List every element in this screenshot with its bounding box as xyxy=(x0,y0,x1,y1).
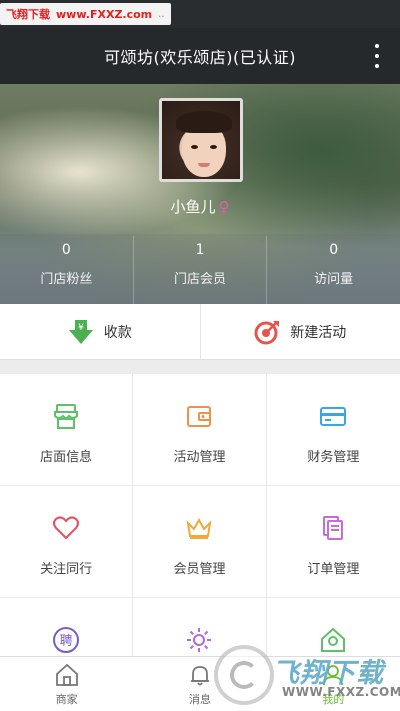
watermark-url: www.FXXZ.com xyxy=(56,7,153,21)
collect-payment-label: 收款 xyxy=(103,324,132,341)
watermark-site-label: 飞翔下载 xyxy=(6,8,50,21)
menu-label: 店面信息 xyxy=(40,450,93,465)
menu-label: 订单管理 xyxy=(307,562,360,577)
bell-icon xyxy=(190,666,209,686)
watermark-logo-icon xyxy=(214,645,274,705)
recruit-glyph: 聘 xyxy=(60,634,73,649)
username: 小鱼儿 ♀ xyxy=(0,196,400,217)
home-icon xyxy=(55,663,78,686)
menu-label: 活动管理 xyxy=(173,450,226,465)
stat-label: 门店会员 xyxy=(174,272,227,287)
menu-label: 财务管理 xyxy=(307,450,360,465)
stat-label: 门店粉丝 xyxy=(40,272,93,287)
stat-label: 访问量 xyxy=(314,272,354,287)
menu-recruit[interactable]: 聘 xyxy=(0,598,134,656)
menu-member-management[interactable]: 会员管理 xyxy=(133,486,267,598)
wallet-icon xyxy=(187,406,212,427)
menu-follow-peers[interactable]: 关注同行 xyxy=(0,486,134,598)
menu-activity-management[interactable]: 活动管理 xyxy=(133,374,267,486)
app-header: 可颂坊(欢乐颂店)(已认证) xyxy=(0,28,400,84)
username-text: 小鱼儿 xyxy=(170,198,216,216)
nav-label: 消息 xyxy=(188,693,211,706)
menu-finance-management[interactable]: 财务管理 xyxy=(266,374,400,486)
nav-label: 商家 xyxy=(55,693,78,706)
store-icon xyxy=(54,404,79,429)
stat-store-members[interactable]: 1 门店会员 xyxy=(134,236,268,304)
profile-banner: 小鱼儿 ♀ 0 门店粉丝 1 门店会员 0 访问量 xyxy=(0,84,400,304)
document-icon xyxy=(323,516,344,540)
collect-payment-button[interactable]: ¥ 收款 xyxy=(0,304,201,359)
avatar-mouth xyxy=(198,163,210,167)
action-row: ¥ 收款 新建活动 xyxy=(0,304,400,360)
menu-store-info[interactable]: 店面信息 xyxy=(0,374,134,486)
avatar-hair xyxy=(176,111,232,133)
menu-label: 会员管理 xyxy=(173,562,226,577)
new-activity-label: 新建活动 xyxy=(290,324,347,341)
avatar[interactable] xyxy=(159,98,243,182)
heart-icon xyxy=(53,516,80,540)
stat-visits[interactable]: 0 访问量 xyxy=(267,236,400,304)
recruit-icon: 聘 xyxy=(53,627,80,653)
sun-icon xyxy=(187,628,212,652)
stats-row: 0 门店粉丝 1 门店会员 0 访问量 xyxy=(0,236,400,304)
nav-merchant[interactable]: 商家 xyxy=(0,657,133,711)
female-icon: ♀ xyxy=(218,198,230,216)
watermark-top: 飞翔下载 www.FXXZ.com .. xyxy=(0,3,171,25)
card-icon xyxy=(320,407,347,426)
menu-label: 关注同行 xyxy=(40,562,93,577)
menu-order-management[interactable]: 订单管理 xyxy=(266,486,400,598)
watermark-dots: .. xyxy=(158,8,165,20)
stat-value: 0 xyxy=(329,242,339,258)
svg-text:¥: ¥ xyxy=(78,323,84,333)
avatar-eye-right xyxy=(210,145,217,149)
watermark-bottom: 飞翔下载 WWW.FXXZ.COM xyxy=(214,645,400,707)
page-title: 可颂坊(欢乐颂店)(已认证) xyxy=(104,48,296,67)
more-options-icon[interactable] xyxy=(374,44,380,68)
stat-value: 1 xyxy=(195,242,205,258)
crown-icon xyxy=(187,517,212,539)
new-activity-button[interactable]: 新建活动 xyxy=(201,304,400,359)
stat-value: 0 xyxy=(61,242,71,258)
target-icon xyxy=(254,319,280,345)
menu-grid: 店面信息 活动管理 财务管理 关注同行 会员管理 订单管理 聘 xyxy=(0,374,400,656)
watermark-brand-url: WWW.FXXZ.COM xyxy=(282,685,400,699)
avatar-eye-left xyxy=(191,145,198,149)
download-yuan-icon: ¥ xyxy=(68,319,94,345)
stat-store-fans[interactable]: 0 门店粉丝 xyxy=(0,236,134,304)
